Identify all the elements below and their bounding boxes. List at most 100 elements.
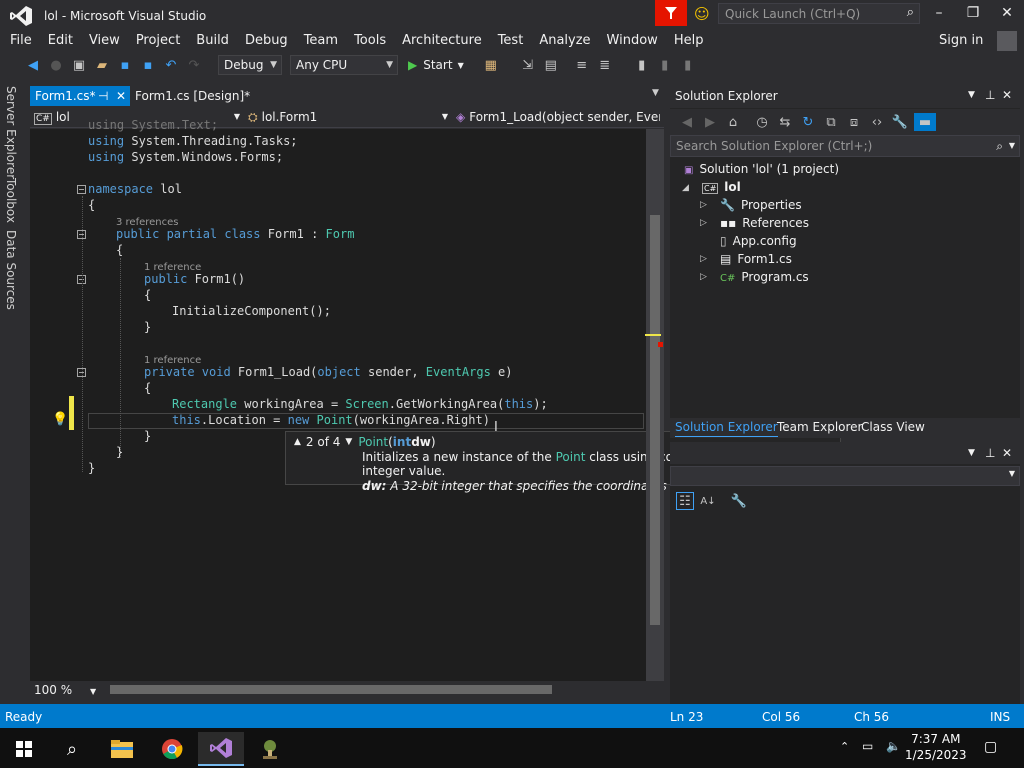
tab-team-explorer[interactable]: Team Explorer xyxy=(777,418,863,436)
redo-icon[interactable]: ↷ xyxy=(185,56,203,74)
zoom-level-select[interactable]: 100 % ▼ xyxy=(34,683,96,697)
menu-debug[interactable]: Debug xyxy=(237,30,296,52)
menu-build[interactable]: Build xyxy=(188,30,237,52)
window-layout-icon[interactable]: ▤ xyxy=(542,56,560,74)
menu-help[interactable]: Help xyxy=(666,30,712,52)
windows-start-icon[interactable] xyxy=(4,732,44,766)
solution-configuration-select[interactable]: Debug ▼ xyxy=(218,55,282,75)
navigate-forward-icon[interactable]: ● xyxy=(47,56,65,74)
pin-icon[interactable]: ⊣ xyxy=(98,86,108,106)
tree-solution[interactable]: ▣ Solution 'lol' (1 project) xyxy=(684,160,839,178)
solution-platform-select[interactable]: Any CPU ▼ xyxy=(290,55,398,75)
sign-in-link[interactable]: Sign in xyxy=(939,33,983,48)
history-icon[interactable]: ◷ xyxy=(753,113,771,131)
tab-form1-design[interactable]: Form1.cs [Design]* xyxy=(135,86,250,106)
tree-item-program-cs[interactable]: C# Program.cs xyxy=(720,268,809,286)
uncomment-icon[interactable]: ≣ xyxy=(596,56,614,74)
tree-item-form1-cs[interactable]: ▤ Form1.cs xyxy=(720,250,792,268)
close-panel-icon[interactable]: ✕ xyxy=(1002,88,1012,102)
visual-studio-taskbar-icon[interactable] xyxy=(198,732,244,766)
notifications-icon[interactable]: ▢ xyxy=(984,739,997,755)
show-all-files-icon[interactable]: ⧈ xyxy=(845,113,863,131)
menu-analyze[interactable]: Analyze xyxy=(531,30,598,52)
menu-tools[interactable]: Tools xyxy=(346,30,394,52)
menu-test[interactable]: Test xyxy=(490,30,532,52)
restore-button[interactable]: ❐ xyxy=(960,5,986,23)
close-tab-icon[interactable]: ✕ xyxy=(116,86,126,106)
bookmark-prev-icon[interactable]: ▮ xyxy=(656,56,674,74)
horizontal-scroll-thumb[interactable] xyxy=(110,685,552,694)
tree-project[interactable]: C# lol xyxy=(702,178,741,196)
back-icon[interactable]: ◀ xyxy=(678,113,696,131)
volume-icon[interactable]: 🔈 xyxy=(886,739,901,753)
menu-architecture[interactable]: Architecture xyxy=(394,30,490,52)
view-code-icon[interactable]: ‹› xyxy=(868,113,886,131)
save-all-icon[interactable]: ▪ xyxy=(139,56,157,74)
tab-solution-explorer[interactable]: Solution Explorer xyxy=(675,418,778,437)
vertical-scroll-thumb[interactable] xyxy=(650,215,660,625)
open-file-icon[interactable]: ▰ xyxy=(93,56,111,74)
pin-icon[interactable]: ⊥ xyxy=(985,446,995,460)
collapse-all-icon[interactable]: ⧉ xyxy=(822,113,840,131)
refresh-icon[interactable]: ↻ xyxy=(799,113,817,131)
feedback-flag-icon[interactable] xyxy=(655,0,687,26)
save-icon[interactable]: ▪ xyxy=(116,56,134,74)
panel-menu-icon[interactable]: ▼ xyxy=(968,448,975,458)
overload-down-icon[interactable]: ▼ xyxy=(345,437,352,447)
pin-icon[interactable]: ⊥ xyxy=(985,88,995,102)
properties-object-select[interactable]: ▼ xyxy=(670,466,1020,486)
preview-icon[interactable]: ▬ xyxy=(914,113,936,131)
bookmark-icon[interactable]: ▮ xyxy=(633,56,651,74)
menu-window[interactable]: Window xyxy=(599,30,666,52)
home-icon[interactable]: ⌂ xyxy=(724,113,742,131)
data-sources-tab[interactable]: Data Sources xyxy=(4,230,18,310)
sync-icon[interactable]: ⇆ xyxy=(776,113,794,131)
navigate-back-icon[interactable]: ◀ xyxy=(24,56,42,74)
close-panel-icon[interactable]: ✕ xyxy=(1002,446,1012,460)
running-app-icon[interactable] xyxy=(250,732,290,766)
expand-arrow-icon[interactable]: ▷ xyxy=(700,218,707,228)
start-button[interactable]: ▶ Start ▼ xyxy=(408,58,464,72)
tab-list-dropdown-icon[interactable]: ▼ xyxy=(652,88,659,98)
taskbar-clock[interactable]: 7:37 AM 1/25/2023 xyxy=(905,731,967,763)
panel-menu-icon[interactable]: ▼ xyxy=(968,90,975,100)
menu-view[interactable]: View xyxy=(81,30,128,52)
class-select[interactable]: ⛭ lol.Form1 ▼ xyxy=(248,108,448,126)
menu-project[interactable]: Project xyxy=(128,30,188,52)
tree-item-app-config[interactable]: ▯ App.config xyxy=(720,232,797,250)
network-icon[interactable]: ▭ xyxy=(862,739,873,753)
attach-icon[interactable]: ▦ xyxy=(482,56,500,74)
chrome-icon[interactable] xyxy=(152,732,192,766)
expand-arrow-icon[interactable]: ▷ xyxy=(700,200,707,210)
new-project-icon[interactable]: ▣ xyxy=(70,56,88,74)
undo-icon[interactable]: ↶ xyxy=(162,56,180,74)
bookmark-next-icon[interactable]: ▮ xyxy=(679,56,697,74)
solution-explorer-search-input[interactable]: Search Solution Explorer (Ctrl+;) ⌕ ▼ xyxy=(670,135,1020,157)
properties-wrench-icon[interactable]: 🔧 xyxy=(730,492,748,510)
close-button[interactable]: ✕ xyxy=(994,5,1020,23)
tree-item-properties[interactable]: 🔧 Properties xyxy=(720,196,802,214)
step-icon[interactable]: ⇲ xyxy=(519,56,537,74)
collapse-arrow-icon[interactable]: ◢ xyxy=(682,183,689,193)
tree-item-references[interactable]: ▪▪ References xyxy=(720,214,809,232)
tray-chevron-up-icon[interactable]: ⌃ xyxy=(840,740,849,753)
smiley-feedback-icon[interactable]: ☺ xyxy=(694,5,710,23)
fold-toggle[interactable] xyxy=(77,185,86,194)
overload-up-icon[interactable]: ▲ xyxy=(294,437,301,447)
tab-class-view[interactable]: Class View xyxy=(861,418,925,436)
member-select[interactable]: ◈ Form1_Load(object sender, Even xyxy=(456,108,660,126)
file-explorer-icon[interactable] xyxy=(102,732,142,766)
user-account-icon[interactable] xyxy=(997,31,1017,51)
minimize-button[interactable]: – xyxy=(926,5,952,23)
menu-team[interactable]: Team xyxy=(296,30,346,52)
properties-wrench-icon[interactable]: 🔧 xyxy=(891,113,909,131)
categorized-icon[interactable]: ☷ xyxy=(676,492,694,510)
menu-file[interactable]: File xyxy=(2,30,40,52)
toolbox-tab[interactable]: Toolbox xyxy=(4,178,18,223)
tab-form1-cs[interactable]: Form1.cs* ⊣ ✕ xyxy=(30,86,130,106)
server-explorer-tab[interactable]: Server Explorer xyxy=(4,86,18,179)
comment-icon[interactable]: ≡ xyxy=(573,56,591,74)
search-icon[interactable]: ⌕ xyxy=(52,732,92,766)
expand-arrow-icon[interactable]: ▷ xyxy=(700,254,707,264)
quick-launch-input[interactable]: Quick Launch (Ctrl+Q) ⌕ xyxy=(718,3,920,24)
